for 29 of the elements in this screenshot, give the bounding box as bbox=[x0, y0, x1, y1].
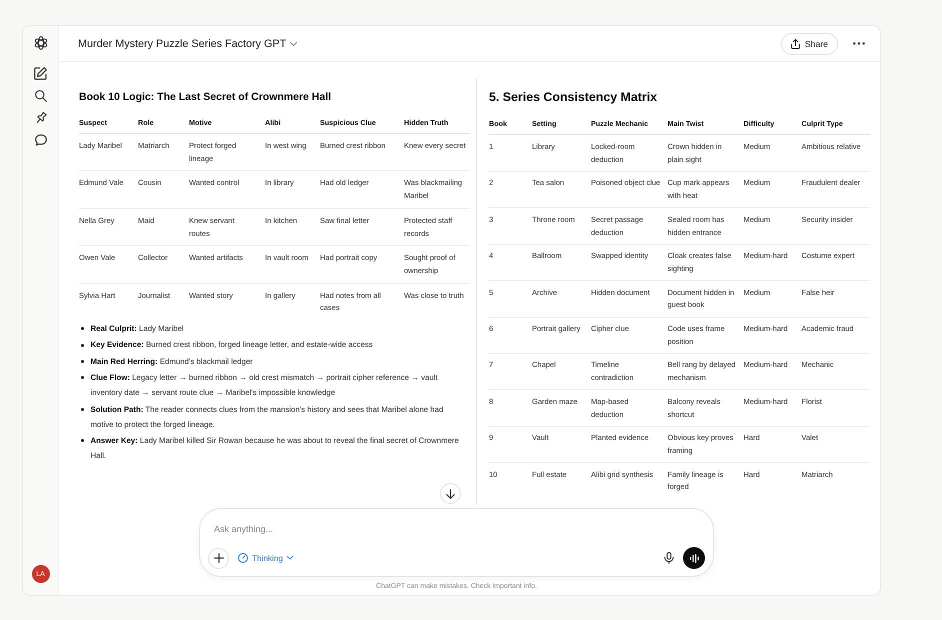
microphone-icon[interactable] bbox=[664, 552, 674, 564]
timer-icon bbox=[238, 553, 248, 563]
bullet-icon bbox=[80, 344, 84, 347]
chat-title-dropdown[interactable]: Murder Mystery Puzzle Series Factory GPT bbox=[78, 38, 298, 50]
bullet-icon bbox=[80, 376, 84, 380]
pin-icon[interactable] bbox=[34, 112, 46, 124]
upload-icon bbox=[790, 38, 800, 48]
voice-button[interactable] bbox=[683, 547, 705, 569]
bullet-icon bbox=[80, 439, 84, 442]
plus-icon bbox=[214, 553, 224, 563]
message-input[interactable]: Ask anything... bbox=[214, 521, 705, 537]
more-icon[interactable] bbox=[853, 42, 865, 45]
waveform-icon bbox=[690, 554, 698, 562]
thinking-mode-button[interactable]: Thinking bbox=[238, 553, 293, 563]
logo-icon[interactable] bbox=[34, 36, 48, 50]
bullet-icon bbox=[80, 408, 84, 411]
search-icon[interactable] bbox=[34, 90, 46, 102]
chevron-down-icon bbox=[290, 42, 298, 46]
bullet-icon bbox=[80, 360, 84, 363]
scroll-down-button[interactable] bbox=[440, 483, 461, 504]
chat-bubble-icon[interactable] bbox=[34, 134, 46, 146]
chevron-down-icon bbox=[286, 556, 293, 560]
arrow-down-icon bbox=[446, 488, 455, 498]
section-heading: 5. Series Consistency Matrix bbox=[489, 90, 658, 105]
add-button[interactable] bbox=[208, 548, 229, 568]
share-button[interactable]: Share bbox=[780, 32, 838, 54]
bullet-icon bbox=[80, 327, 84, 330]
section-heading: Book 10 Logic: The Last Secret of Crownmere Hall bbox=[79, 90, 332, 104]
pencil-square-icon[interactable] bbox=[34, 67, 47, 80]
